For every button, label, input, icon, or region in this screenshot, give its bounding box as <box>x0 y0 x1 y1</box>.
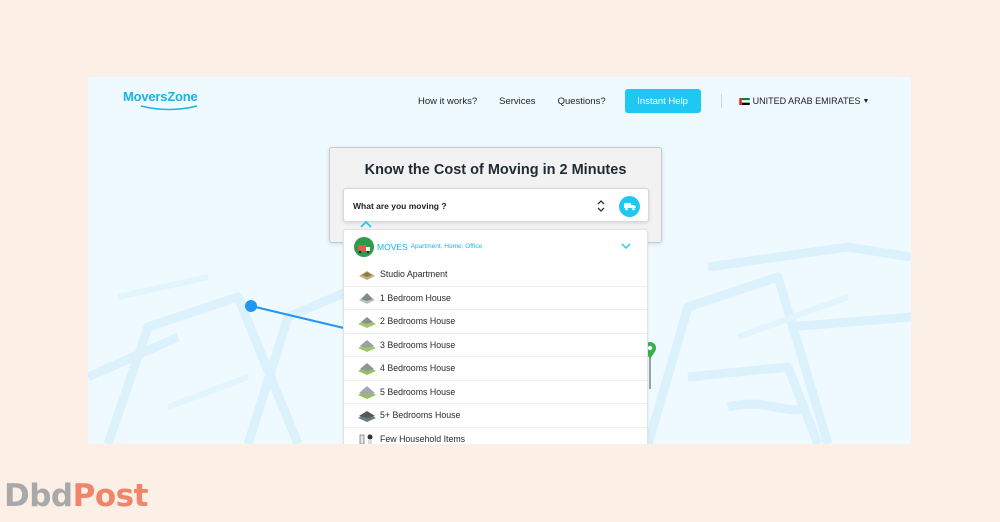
top-nav: How it works? Services Questions? Instan… <box>418 89 869 113</box>
option-label: Studio Apartment <box>380 269 448 280</box>
option-label: 2 Bedrooms House <box>380 316 456 327</box>
house-icon <box>359 292 375 304</box>
moving-type-select[interactable]: What are you moving ? <box>343 188 649 222</box>
page-frame: MoversZone How it works? Services Questi… <box>88 77 911 444</box>
option-1-bedroom[interactable]: 1 Bedroom House <box>344 287 647 310</box>
house-icon <box>358 385 376 399</box>
chevron-down-icon <box>621 243 631 250</box>
watermark-part1: Dbd <box>4 478 73 514</box>
option-4-bedrooms[interactable]: 4 Bedrooms House <box>344 357 647 381</box>
option-label: 4 Bedrooms House <box>380 363 456 374</box>
option-label: 5+ Bedrooms House <box>380 410 461 421</box>
moving-options-dropdown: MOVES Apartment, Home, Office Studio Apa… <box>343 229 648 444</box>
moverszone-logo[interactable]: MoversZone <box>123 89 203 113</box>
instant-help-button[interactable]: Instant Help <box>624 89 701 113</box>
dbdpost-watermark: DbdPost <box>4 478 148 514</box>
option-few-household-items[interactable]: Few Household Items <box>344 428 647 444</box>
nav-services[interactable]: Services <box>499 96 535 107</box>
option-label: 3 Bedrooms House <box>380 339 456 350</box>
option-label: Few Household Items <box>380 434 466 444</box>
logo-swoosh-icon <box>140 105 198 111</box>
nav-questions[interactable]: Questions? <box>558 96 606 107</box>
moves-category-header[interactable]: MOVES Apartment, Home, Office <box>344 230 647 263</box>
up-down-icon <box>597 200 605 212</box>
option-studio-apartment[interactable]: Studio Apartment <box>344 263 647 287</box>
moves-category-label: MOVES <box>377 241 408 252</box>
option-label: 5 Bedrooms House <box>380 386 456 397</box>
country-label: UNITED ARAB EMIRATES <box>752 96 861 106</box>
nav-how-it-works[interactable]: How it works? <box>418 96 477 107</box>
nav-divider <box>720 94 722 108</box>
chevron-up-icon <box>360 220 372 228</box>
option-3-bedrooms[interactable]: 3 Bedrooms House <box>344 334 647 357</box>
option-2-bedrooms[interactable]: 2 Bedrooms House <box>344 310 647 334</box>
watermark-part2: Post <box>72 478 149 514</box>
select-placeholder: What are you moving ? <box>353 201 447 211</box>
route-start-icon <box>245 300 257 312</box>
house-icon <box>358 339 376 352</box>
house-icon <box>359 271 375 281</box>
household-items-icon <box>359 434 373 444</box>
option-5-bedrooms[interactable]: 5 Bedrooms House <box>344 381 647 404</box>
option-label: 1 Bedroom House <box>380 292 451 303</box>
house-icon <box>358 317 376 329</box>
moves-category-icon <box>354 236 374 257</box>
truck-button[interactable] <box>619 196 640 217</box>
country-selector[interactable]: UNITED ARAB EMIRATES ▼ <box>738 96 870 106</box>
option-5-plus-bedrooms[interactable]: 5+ Bedrooms House <box>344 404 647 428</box>
house-icon <box>358 411 376 423</box>
moves-category-sub: Apartment, Home, Office <box>410 243 483 250</box>
logo-text: MoversZone <box>123 89 198 104</box>
uae-flag-icon <box>738 97 750 105</box>
card-title: Know the Cost of Moving in 2 Minutes <box>364 162 627 178</box>
truck-icon <box>623 203 636 211</box>
caret-down-icon: ▼ <box>862 97 870 105</box>
house-icon <box>358 363 376 376</box>
